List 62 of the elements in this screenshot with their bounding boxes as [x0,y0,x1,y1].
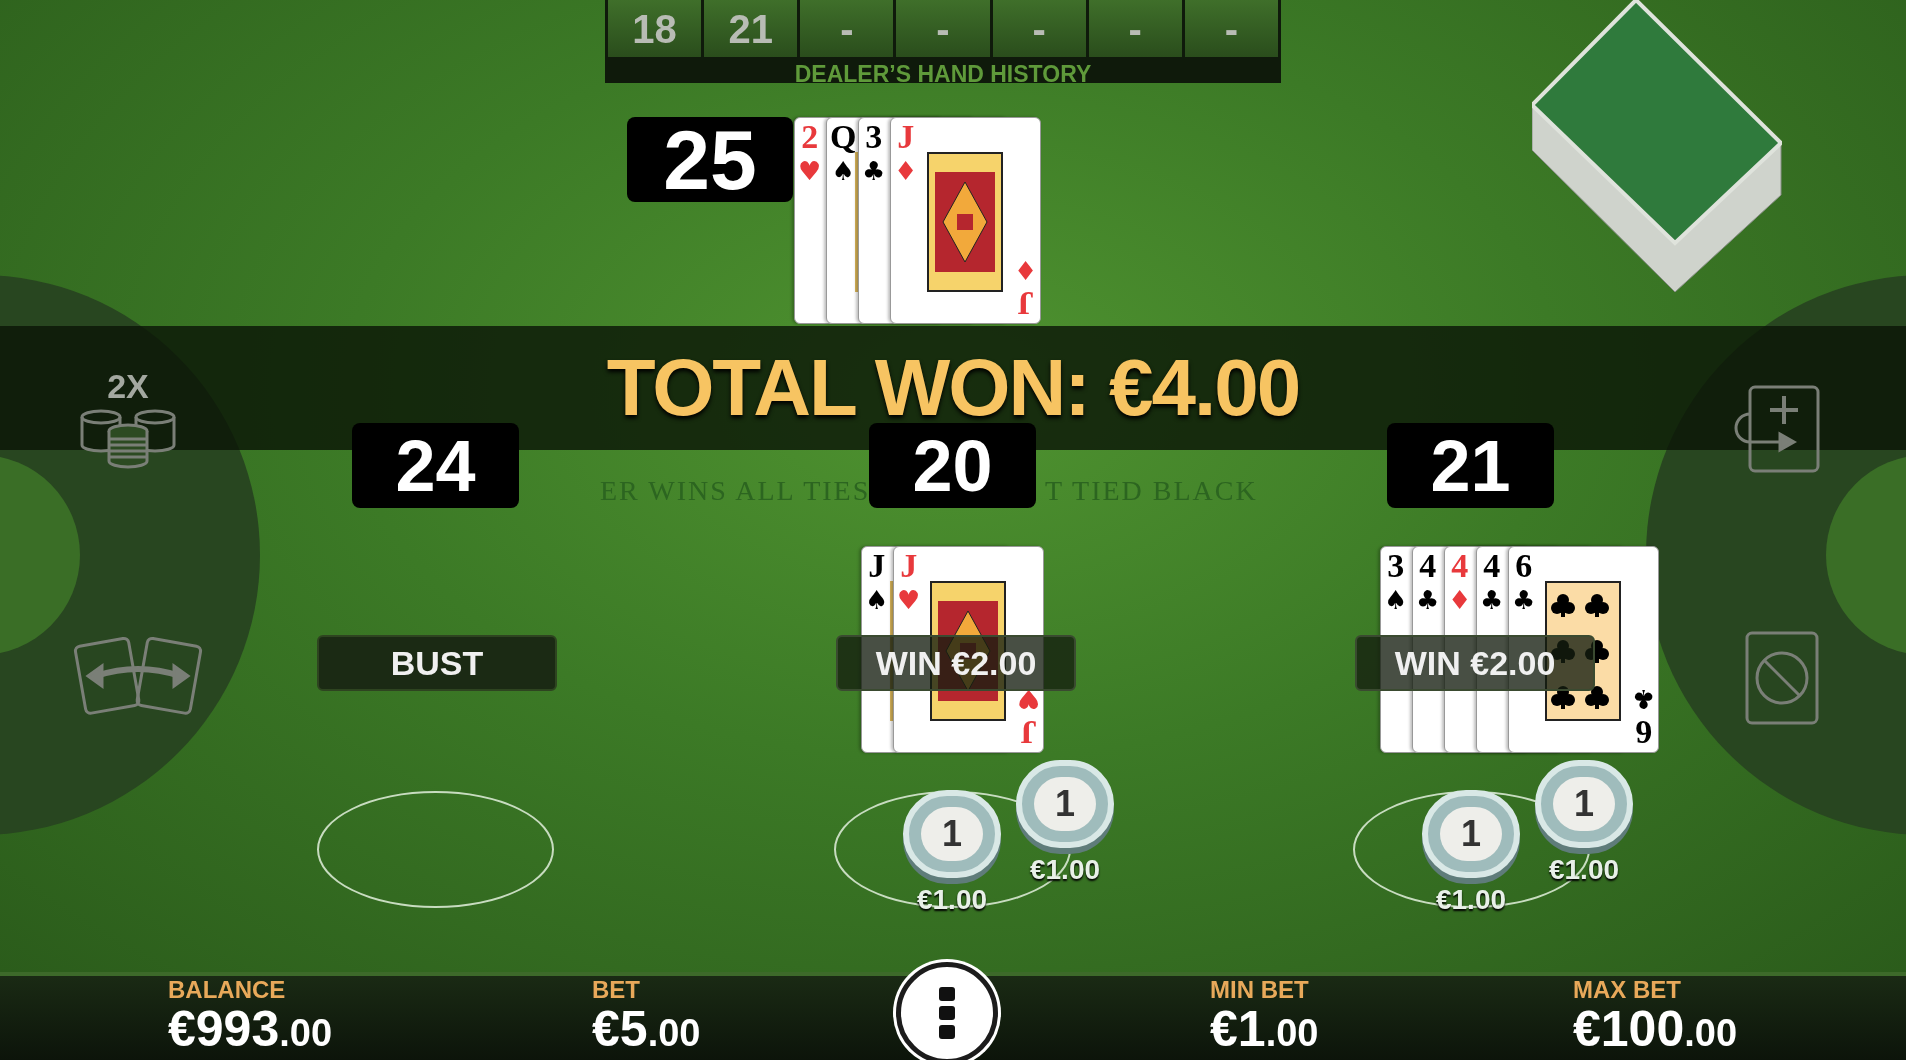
card-rank: J [868,547,886,585]
history-score: - [800,0,894,57]
card-rank: 4 [1419,547,1437,585]
history-score: - [1184,0,1278,57]
card-rank: J [897,118,915,156]
history-score: - [1088,0,1182,57]
hand-score: 21 [1387,423,1554,508]
stat-label: BALANCE [168,978,286,1002]
card-rank: 3 [865,118,883,156]
menu-button[interactable] [896,962,998,1060]
card-suit: ♣ [862,156,886,186]
hand-score: 20 [869,423,1036,508]
history-score: 21 [704,0,798,57]
double-bet-button[interactable]: 2X [75,365,181,473]
stat-label: MIN BET [1210,978,1309,1002]
hand-result: WIN €2.00 [836,635,1076,691]
card-suit: ♥ [798,156,822,186]
card-plus-icon [1732,384,1822,474]
card-suit: ♦ [1448,585,1472,615]
card-suit: ♦ [894,156,918,186]
card-rank: 6 [1634,714,1652,750]
card-rank: 4 [1483,547,1501,585]
card-rank: J [900,547,918,585]
hand-score: 24 [352,423,519,508]
stat-label: MAX BET [1573,978,1681,1002]
card-suit: ♠ [1384,585,1408,615]
coin-stack-icon [79,409,177,469]
card-rank: 2 [801,118,819,156]
multiplier-label: 2X [107,369,149,403]
chip-value: 1 [921,807,983,861]
card-rank: 6 [1515,547,1533,585]
card-suit: ♠ [865,585,889,615]
card-suit: ♣ [1631,684,1655,714]
history-score: - [992,0,1086,57]
hand-result: BUST [317,635,557,691]
more-vertical-icon [939,987,955,1039]
stat-value: €100.00 [1573,1002,1738,1059]
card-rank: 3 [1387,547,1405,585]
history-score: - [896,0,990,57]
stat-value: €993.00 [168,1002,333,1059]
stat-value: €5.00 [592,1002,701,1059]
hand-score: 25 [627,117,793,202]
card-rank: 4 [1451,547,1469,585]
card-rank: J [1019,714,1037,750]
chip-value: 1 [1553,777,1615,831]
hand-result: WIN €2.00 [1355,635,1595,691]
card-suit: ♥ [897,585,921,615]
chip-value: 1 [1440,807,1502,861]
card-rank: J [1016,285,1034,321]
card-suit: ♣ [1480,585,1504,615]
no-entry-icon [1744,630,1820,726]
stat-value: €1.00 [1210,1002,1319,1059]
stat-label: BET [592,978,640,1002]
card-rank: Q [830,118,857,156]
card-suit: ♣ [1416,585,1440,615]
history-score: 18 [608,0,702,57]
card-suit: ♣ [1512,585,1536,615]
card-suit: ♠ [831,156,855,186]
card-suit: ♦ [1013,255,1037,285]
history-label: DEALER’S HAND HISTORY [793,60,1093,89]
chip-value: 1 [1034,777,1096,831]
card-swap-icon [72,634,204,718]
